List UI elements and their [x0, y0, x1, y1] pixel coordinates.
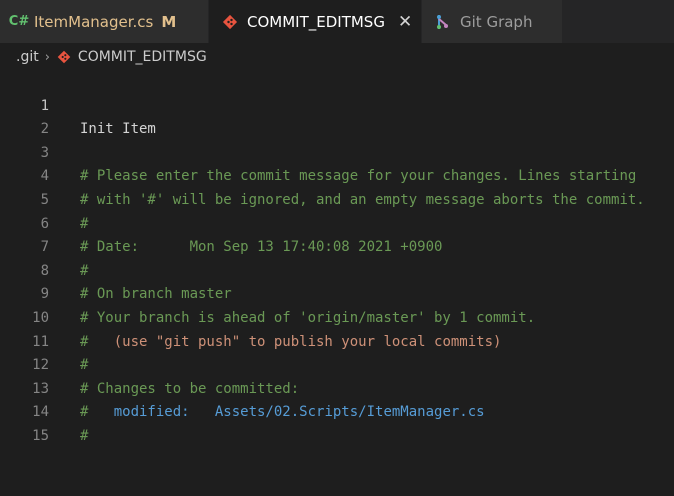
editor-line: 12 # Changes to be committed:	[0, 331, 674, 397]
tab-commit-editmsg[interactable]: COMMIT_EDITMSG ✕	[209, 0, 421, 43]
editor-line: 13 # modified: Assets/02.Scripts/ItemMan…	[0, 354, 674, 421]
tab-label: COMMIT_EDITMSG	[247, 12, 385, 31]
editor-line: 2	[0, 95, 674, 137]
editor-line: 8 # On branch master	[0, 236, 674, 303]
git-file-icon	[222, 14, 238, 29]
editor-line: 7 #	[0, 213, 674, 279]
tab-git-graph[interactable]: Git Graph	[422, 0, 562, 43]
tab-label: ItemManager.cs	[34, 12, 154, 31]
chevron-right-icon: ›	[44, 49, 50, 65]
editor-line: 9 # Your branch is ahead of 'origin/mast…	[0, 260, 674, 326]
breadcrumb: .git › COMMIT_EDITMSG	[0, 43, 674, 71]
close-icon[interactable]: ✕	[398, 12, 412, 32]
line-text[interactable]: #	[80, 425, 88, 449]
code-editor[interactable]: 1 Init Item 2 3 # Please enter the commi…	[0, 71, 674, 444]
modified-badge: M	[161, 12, 177, 31]
editor-line: 14 #	[0, 378, 674, 444]
editor-line: 3 # Please enter the commit message for …	[0, 118, 674, 185]
csharp-file-icon: C#	[8, 14, 30, 29]
editor-line: 5 #	[0, 165, 674, 232]
tab-label: Git Graph	[460, 12, 533, 31]
breadcrumb-folder[interactable]: .git	[16, 49, 39, 65]
editor-line: 11 #	[0, 307, 674, 374]
editor-line: 6 # Date: Mon Sep 13 17:40:08 2021 +0900	[0, 189, 674, 256]
editor-line: 10 # (use "git push" to publish your loc…	[0, 283, 674, 350]
git-graph-icon	[437, 14, 448, 29]
editor-line: 4 # with '#' will be ignored, and an emp…	[0, 142, 674, 208]
editor-line: 1 Init Item	[0, 71, 674, 138]
tab-itemmanager[interactable]: C# ItemManager.cs M	[0, 0, 208, 43]
line-number: 15	[32, 427, 49, 444]
git-file-icon	[57, 50, 71, 64]
editor-line: 15	[0, 401, 674, 444]
breadcrumb-file[interactable]: COMMIT_EDITMSG	[78, 49, 207, 65]
editor-tab-bar: C# ItemManager.cs M COMMIT_EDITMSG ✕ Git…	[0, 0, 674, 43]
